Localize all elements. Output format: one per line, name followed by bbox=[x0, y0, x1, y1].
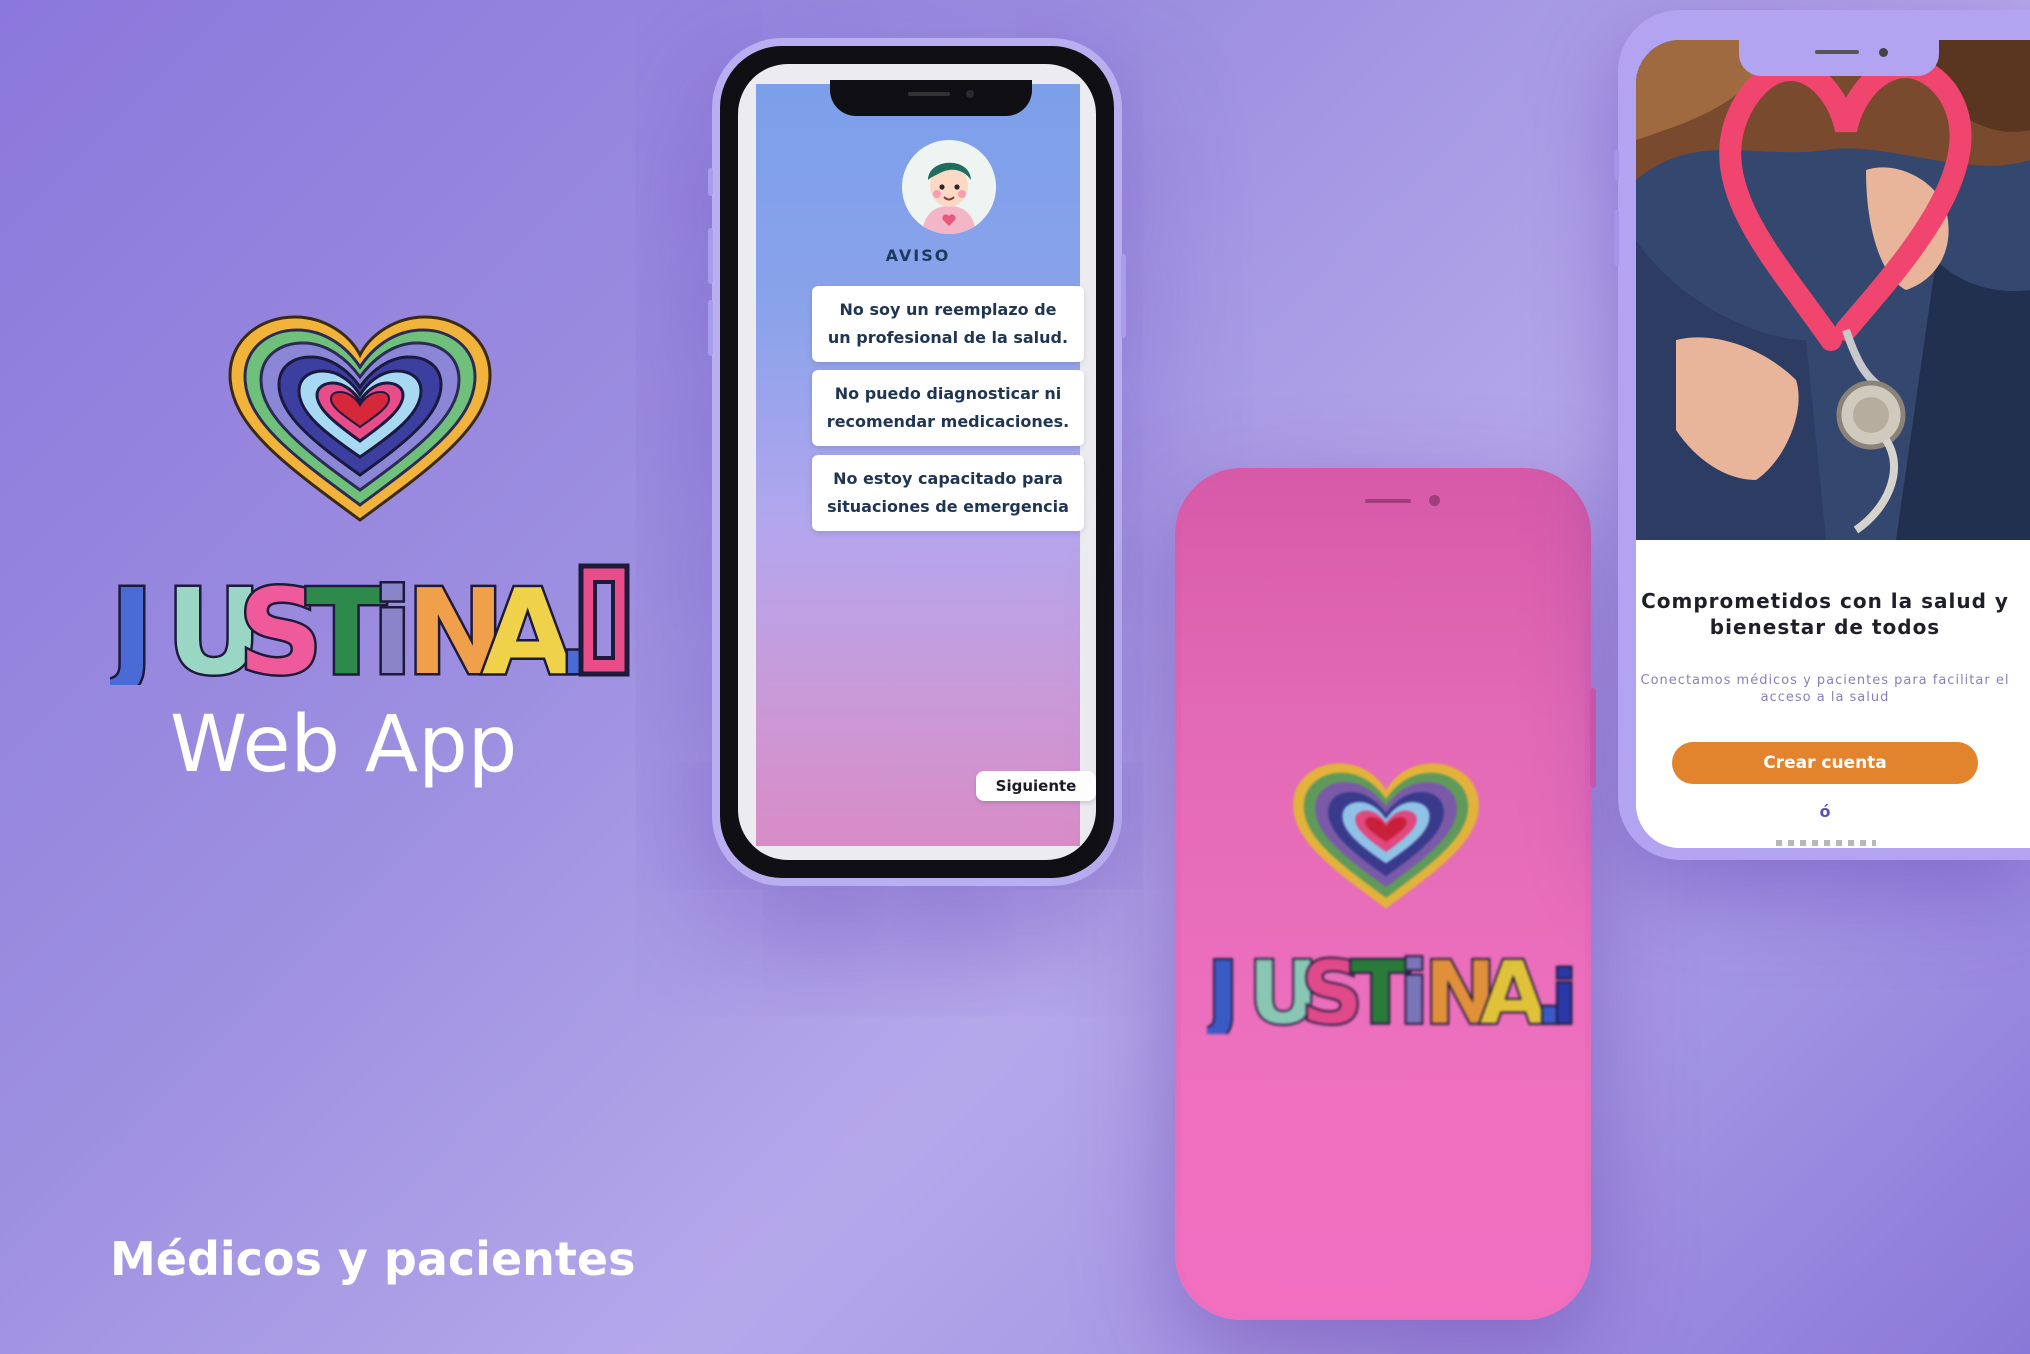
splash-screen: J U S T i N A . i bbox=[1181, 474, 1585, 1314]
front-camera-icon bbox=[1879, 48, 1888, 57]
notice-card: No soy un reemplazo de un profesional de… bbox=[812, 286, 1084, 362]
phone-disclaimer-mockup: AVISO No soy un reemplazo de un profesio… bbox=[708, 38, 1126, 886]
phone-notch bbox=[830, 80, 1032, 116]
signup-screen: Comprometidos con la salud y bienestar d… bbox=[1636, 40, 2030, 848]
phone-side-button bbox=[1614, 210, 1619, 266]
speaker-grille bbox=[908, 92, 950, 96]
svg-text:J: J bbox=[1207, 944, 1241, 1034]
next-button[interactable]: Siguiente bbox=[976, 771, 1096, 801]
phone-side-button bbox=[1590, 688, 1596, 788]
front-camera-icon bbox=[966, 90, 974, 98]
disclaimer-screen: AVISO No soy un reemplazo de un profesio… bbox=[756, 84, 1084, 846]
heart-mandala-logo-icon bbox=[1293, 763, 1479, 909]
signup-title: Comprometidos con la salud y bienestar d… bbox=[1641, 589, 2009, 639]
phone-splash-mockup: J U S T i N A . i bbox=[1175, 468, 1596, 1320]
tagline: Médicos y pacientes bbox=[110, 1232, 636, 1286]
or-separator: ó bbox=[1819, 802, 1831, 821]
phone-inner-frame: AVISO No soy un reemplazo de un profesio… bbox=[738, 64, 1096, 860]
notice-card: No estoy capacitado para situaciones de … bbox=[812, 455, 1084, 531]
phone-side-button bbox=[708, 300, 713, 356]
create-account-button[interactable]: Crear cuenta bbox=[1672, 742, 1978, 784]
phone-side-button bbox=[708, 228, 713, 284]
svg-text:J: J bbox=[110, 563, 156, 685]
phone-side-button bbox=[1121, 254, 1126, 338]
phone-signup-mockup: Comprometidos con la salud y bienestar d… bbox=[1614, 10, 2030, 860]
justina-wordmark-logo: J U S T i N A . i bbox=[1207, 942, 1579, 1034]
notice-card: No puedo diagnosticar ni recomendar medi… bbox=[812, 370, 1084, 446]
speaker-grille bbox=[1815, 50, 1859, 54]
stethoscope-heart-photo-icon bbox=[1636, 40, 2030, 540]
phone-notch bbox=[1739, 40, 1939, 76]
doctor-avatar-icon bbox=[902, 140, 996, 234]
phone-bezel: AVISO No soy un reemplazo de un profesio… bbox=[720, 46, 1114, 878]
front-camera-icon bbox=[1429, 495, 1440, 506]
svg-text:i: i bbox=[1552, 956, 1579, 1034]
phone-side-button bbox=[708, 168, 713, 196]
brand-subtitle: Web App bbox=[170, 700, 518, 790]
justina-wordmark-logo: J U S T i N A . i bbox=[110, 561, 617, 686]
cut-off-link bbox=[1776, 840, 1876, 846]
signup-subtitle: Conectamos médicos y pacientes para faci… bbox=[1640, 673, 2010, 705]
phone-side-button bbox=[1614, 150, 1619, 180]
heart-mandala-logo-icon bbox=[228, 315, 492, 522]
disclaimer-heading: AVISO bbox=[885, 246, 951, 265]
wordmark-letter-o bbox=[578, 563, 630, 677]
speaker-grille bbox=[1365, 499, 1411, 503]
signup-card: Comprometidos con la salud y bienestar d… bbox=[1636, 540, 2030, 848]
